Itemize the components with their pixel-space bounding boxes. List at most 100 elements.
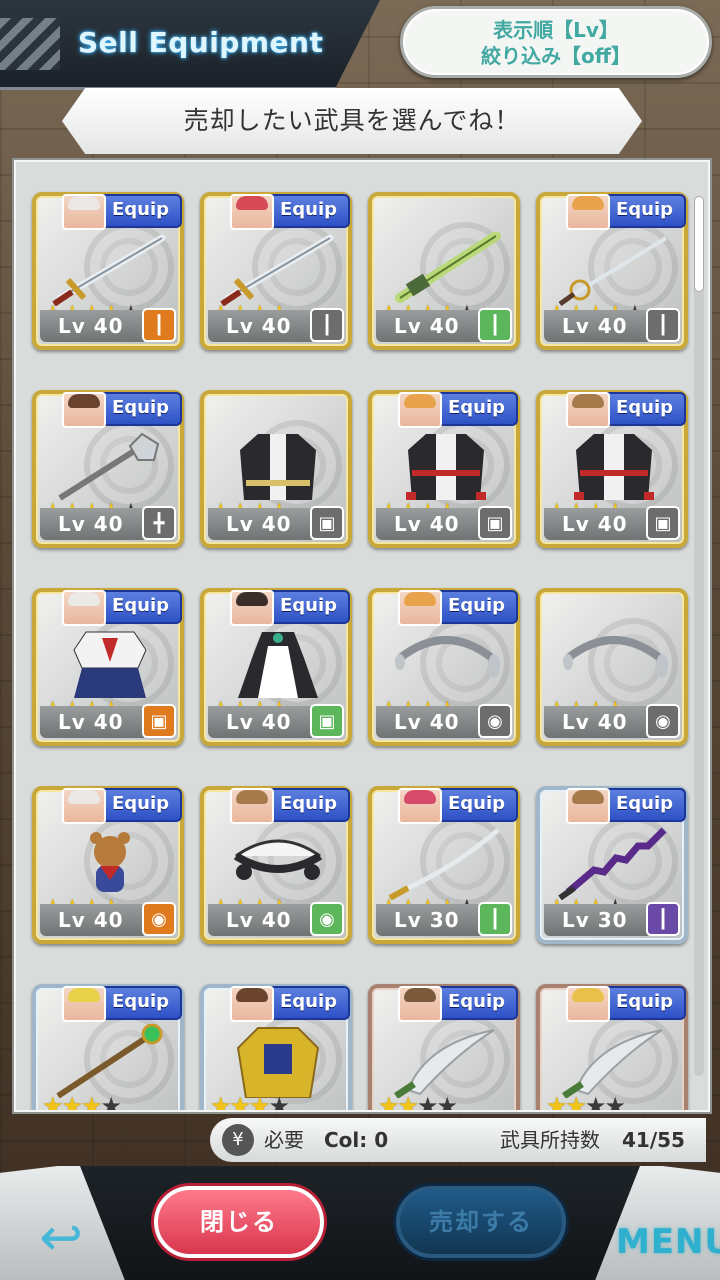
scrollbar-thumb[interactable] (694, 196, 704, 292)
rarity-stars: ★★★★ (378, 1092, 458, 1112)
equipment-card[interactable]: Equip★★★★Lv 40┃ (200, 192, 352, 350)
equip-badge: Equip (62, 986, 182, 1022)
sell-summary-bar: ¥ 必要 Col: 0 武具所持数 41/55 (210, 1118, 706, 1162)
level-label: Lv 40 (544, 310, 648, 342)
star-icon: ★ (565, 1092, 587, 1112)
star-icon: ★ (378, 1092, 399, 1112)
equip-label: Equip (112, 793, 170, 814)
equipment-card[interactable]: Equip ★★★★ (200, 984, 352, 1112)
sword-icon: ┃ (646, 902, 680, 936)
character-avatar (398, 986, 442, 1022)
character-avatar (62, 788, 106, 824)
equipment-card[interactable]: Equip★★★★Lv 40◉ (32, 786, 184, 944)
filter-label: 絞り込み【off】 (481, 44, 631, 68)
character-avatar (230, 788, 274, 824)
equip-badge: Equip (398, 392, 518, 428)
character-avatar (566, 986, 610, 1022)
equip-badge: Equip (398, 788, 518, 824)
red-coat-icon (386, 430, 506, 504)
equipment-card[interactable]: Equip★★★★Lv 40▣ (200, 588, 352, 746)
scrollbar[interactable] (694, 196, 704, 1076)
instruction-banner: 売却したい武具を選んでね！ (62, 88, 642, 154)
equip-label: Equip (448, 991, 506, 1012)
menu-button[interactable]: MENU (616, 1222, 720, 1262)
equipment-card[interactable]: Equip ★★★★ (32, 984, 184, 1112)
level-label: Lv 40 (208, 904, 312, 936)
star-icon: ★ (397, 1092, 419, 1112)
character-avatar (566, 392, 610, 428)
star-icon: ★ (546, 1092, 567, 1112)
equip-badge: Equip (566, 392, 686, 428)
equip-label: Equip (616, 199, 674, 220)
character-avatar (566, 788, 610, 824)
level-label: Lv 40 (40, 706, 144, 738)
equip-badge: Equip (398, 986, 518, 1022)
equipment-card[interactable]: Equip ★★★★ (536, 984, 688, 1112)
equip-badge: Equip (566, 194, 686, 230)
equipment-card[interactable]: Equip★★★★★Lv 30┃ (368, 786, 520, 944)
equip-badge: Equip (230, 986, 350, 1022)
bear-charm-icon (50, 826, 170, 900)
equip-label: Equip (280, 793, 338, 814)
sailor-uniform-icon (50, 628, 170, 702)
character-avatar (398, 392, 442, 428)
equipment-card[interactable]: Equip★★★★Lv 30┃ (536, 786, 688, 944)
star-icon: ★ (417, 1092, 438, 1112)
equip-label: Equip (616, 793, 674, 814)
level-label: Lv 40 (208, 706, 312, 738)
level-label: Lv 40 (40, 310, 144, 342)
level-label: Lv 40 (208, 310, 312, 342)
armor-icon: ▣ (478, 506, 512, 540)
equipment-card[interactable]: ★★★★Lv 40▣ (200, 390, 352, 548)
sword-icon: ┃ (310, 308, 344, 342)
equipment-card[interactable]: ★★★★Lv 40◉ (536, 588, 688, 746)
equip-label: Equip (616, 397, 674, 418)
equip-badge: Equip (62, 590, 182, 626)
equip-label: Equip (448, 793, 506, 814)
rarity-stars: ★★★★ (546, 1092, 626, 1112)
accessory-icon: ◉ (310, 902, 344, 936)
equipment-card[interactable]: Equip★★★★Lv 40◉ (368, 588, 520, 746)
sword-icon: ┃ (478, 308, 512, 342)
equipment-card[interactable]: Equip★★★★Lv 40▣ (32, 588, 184, 746)
equipment-card[interactable]: Equip★★★★★Lv 40╋ (32, 390, 184, 548)
close-button[interactable]: 閉じる (154, 1186, 324, 1258)
level-label: Lv 40 (40, 508, 144, 540)
owned-count: 41/55 (622, 1128, 685, 1152)
equip-label: Equip (616, 991, 674, 1012)
equipment-card[interactable]: Equip ★★★★ (368, 984, 520, 1112)
equipment-card[interactable]: Equip★★★★★Lv 40┃ (32, 192, 184, 350)
rapier-icon (554, 232, 674, 306)
back-arrow-icon[interactable]: ↩ (26, 1208, 96, 1268)
character-avatar (566, 194, 610, 230)
sell-button[interactable]: 売却する (396, 1186, 566, 1258)
mace-icon: ╋ (142, 506, 176, 540)
required-label: 必要 (264, 1128, 304, 1152)
star-icon: ★ (210, 1092, 231, 1112)
equipment-card[interactable]: Equip★★★★Lv 40◉ (200, 786, 352, 944)
rarity-stars: ★★★★ (210, 1092, 290, 1112)
level-label: Lv 30 (544, 904, 648, 936)
money-bag-icon: ¥ (222, 1124, 254, 1156)
gold-armor-icon (218, 1024, 338, 1098)
equipment-list-panel[interactable]: Equip★★★★★Lv 40┃Equip★★★★Lv 40┃★★★★★Lv 4… (14, 160, 710, 1112)
equip-badge: Equip (62, 194, 182, 230)
sort-label: 表示順【Lv】 (493, 18, 619, 42)
equipment-card[interactable]: ★★★★★Lv 40┃ (368, 192, 520, 350)
equipment-card[interactable]: Equip★★★★★Lv 40┃ (536, 192, 688, 350)
character-avatar (62, 590, 106, 626)
page-title: Sell Equipment (78, 26, 324, 59)
star-icon: ★ (61, 1092, 83, 1112)
sort-filter-button[interactable]: 表示順【Lv】 絞り込み【off】 (400, 6, 712, 78)
maid-dress-icon (218, 628, 338, 702)
star-icon: ★ (42, 1092, 63, 1112)
level-label: Lv 40 (544, 508, 648, 540)
owned-label: 武具所持数 (500, 1128, 600, 1152)
equipment-card[interactable]: Equip★★★★Lv 40▣ (368, 390, 520, 548)
hazard-stripe (0, 18, 60, 70)
level-label: Lv 40 (208, 508, 312, 540)
rarity-stars: ★★★★ (42, 1092, 122, 1112)
armor-icon: ▣ (142, 704, 176, 738)
equipment-card[interactable]: Equip★★★★Lv 40▣ (536, 390, 688, 548)
accessory-icon: ◉ (142, 902, 176, 936)
